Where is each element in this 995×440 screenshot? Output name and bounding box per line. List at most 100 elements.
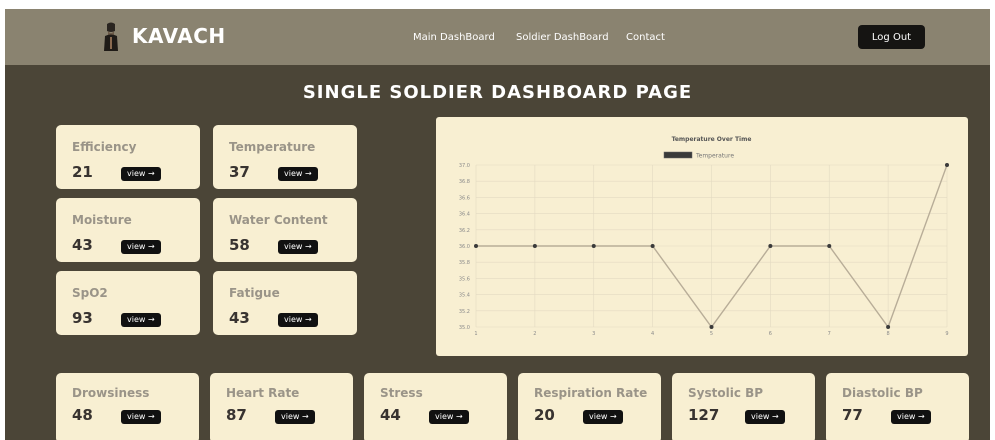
arrow-right-icon: → — [455, 412, 463, 421]
view-button-moisture[interactable]: view → — [121, 240, 161, 254]
view-label: view — [435, 412, 454, 421]
metric-label: Moisture — [72, 213, 132, 227]
view-label: view — [751, 412, 770, 421]
y-tick-label: 36.2 — [459, 228, 470, 234]
view-label: view — [284, 315, 303, 324]
navbar: KAVACH Main DashBoard Soldier DashBoard … — [5, 9, 990, 65]
metric-value: 93 — [72, 309, 93, 327]
metric-label: Drowsiness — [72, 386, 150, 400]
legend-swatch — [663, 151, 693, 159]
view-label: view — [127, 315, 146, 324]
metric-card-fatigue: Fatigue 43 view → — [213, 271, 357, 335]
arrow-right-icon: → — [771, 412, 779, 421]
view-label: view — [897, 412, 916, 421]
y-tick-label: 37.0 — [459, 163, 470, 169]
view-button-temperature[interactable]: view → — [278, 167, 318, 181]
nav-soldier-dashboard[interactable]: Soldier DashBoard — [516, 32, 609, 43]
view-button-water-content[interactable]: view → — [278, 240, 318, 254]
metric-value: 127 — [688, 406, 720, 424]
metric-value: 48 — [72, 406, 93, 424]
data-point — [709, 325, 714, 329]
x-tick-label: 2 — [533, 331, 536, 337]
metric-value: 43 — [229, 309, 250, 327]
metric-label: SpO2 — [72, 286, 108, 300]
x-tick-label: 9 — [945, 331, 948, 337]
metric-card-stress: Stress 44 view → — [364, 373, 507, 440]
metric-card-diastolic-bp: Diastolic BP 77 view → — [826, 373, 969, 440]
metric-value: 58 — [229, 236, 250, 254]
y-tick-label: 36.4 — [459, 212, 470, 218]
nav-main-dashboard[interactable]: Main DashBoard — [413, 32, 495, 43]
view-button-efficiency[interactable]: view → — [121, 167, 161, 181]
view-button-diastolic-bp[interactable]: view → — [891, 410, 931, 424]
x-tick-label: 1 — [474, 331, 477, 337]
metric-card-temperature: Temperature 37 view → — [213, 125, 357, 189]
view-label: view — [281, 412, 300, 421]
metric-value: 21 — [72, 163, 93, 181]
x-tick-label: 8 — [887, 331, 890, 337]
x-tick-label: 4 — [651, 331, 654, 337]
metric-label: Water Content — [229, 213, 328, 227]
metric-label: Temperature — [229, 140, 316, 154]
temperature-chart-panel: Temperature Over Time Temperature 35.0 35.2… — [436, 117, 968, 356]
view-label: view — [127, 412, 146, 421]
logout-button[interactable]: Log Out — [858, 25, 925, 49]
arrow-right-icon: → — [304, 315, 312, 324]
page-background: KAVACH Main DashBoard Soldier DashBoard … — [5, 9, 990, 440]
temperature-line-chart: Temperature Over Time Temperature 35.0 35.2… — [459, 136, 949, 337]
view-label: view — [589, 412, 608, 421]
metric-label: Heart Rate — [226, 386, 300, 400]
x-tick-label: 7 — [828, 331, 831, 337]
y-tick-label: 36.6 — [459, 195, 470, 201]
x-tick-label: 5 — [710, 331, 713, 337]
metric-value: 43 — [72, 236, 93, 254]
view-label: view — [127, 169, 146, 178]
arrow-right-icon: → — [301, 412, 309, 421]
view-button-drowsiness[interactable]: view → — [121, 410, 161, 424]
view-label: view — [284, 169, 303, 178]
metric-label: Stress — [380, 386, 423, 400]
x-tick-label: 3 — [592, 331, 595, 337]
data-point — [945, 163, 949, 167]
metric-value: 77 — [842, 406, 863, 424]
view-button-systolic-bp[interactable]: view → — [745, 410, 785, 424]
metric-label: Fatigue — [229, 286, 280, 300]
soldier-helmet-icon — [104, 22, 118, 51]
data-point — [532, 244, 537, 248]
view-button-respiration-rate[interactable]: view → — [583, 410, 623, 424]
y-tick-label: 35.2 — [459, 309, 470, 315]
nav-contact[interactable]: Contact — [626, 32, 665, 43]
brand-name[interactable]: KAVACH — [132, 24, 226, 48]
metric-value: 87 — [226, 406, 247, 424]
metric-card-heart-rate: Heart Rate 87 view → — [210, 373, 353, 440]
data-point — [650, 244, 655, 248]
y-tick-label: 35.4 — [459, 293, 470, 299]
data-point — [591, 244, 596, 248]
page-title: SINGLE SOLDIER DASHBOARD PAGE — [302, 82, 693, 103]
metric-card-efficiency: Efficiency 21 view → — [56, 125, 200, 189]
y-tick-label: 35.8 — [459, 260, 470, 266]
data-point — [768, 244, 773, 248]
view-button-spo2[interactable]: view → — [121, 313, 161, 327]
data-point — [886, 325, 891, 329]
arrow-right-icon: → — [147, 169, 155, 178]
view-button-heart-rate[interactable]: view → — [275, 410, 315, 424]
y-tick-label: 35.0 — [459, 325, 470, 331]
view-button-stress[interactable]: view → — [429, 410, 469, 424]
metric-value: 37 — [229, 163, 250, 181]
data-point — [827, 244, 832, 248]
metric-card-respiration-rate: Respiration Rate 20 view → — [518, 373, 661, 440]
metric-card-spo2: SpO2 93 view → — [56, 271, 200, 335]
arrow-right-icon: → — [147, 315, 155, 324]
arrow-right-icon: → — [917, 412, 925, 421]
arrow-right-icon: → — [609, 412, 617, 421]
metric-card-moisture: Moisture 43 view → — [56, 198, 200, 262]
data-point — [474, 244, 478, 248]
metric-label: Diastolic BP — [842, 386, 923, 400]
x-tick-label: 6 — [769, 331, 772, 337]
view-button-fatigue[interactable]: view → — [278, 313, 318, 327]
metric-card-systolic-bp: Systolic BP 127 view → — [672, 373, 815, 440]
metric-card-water-content: Water Content 58 view → — [213, 198, 357, 262]
metric-label: Respiration Rate — [534, 386, 648, 400]
y-tick-label: 36.0 — [459, 244, 470, 250]
